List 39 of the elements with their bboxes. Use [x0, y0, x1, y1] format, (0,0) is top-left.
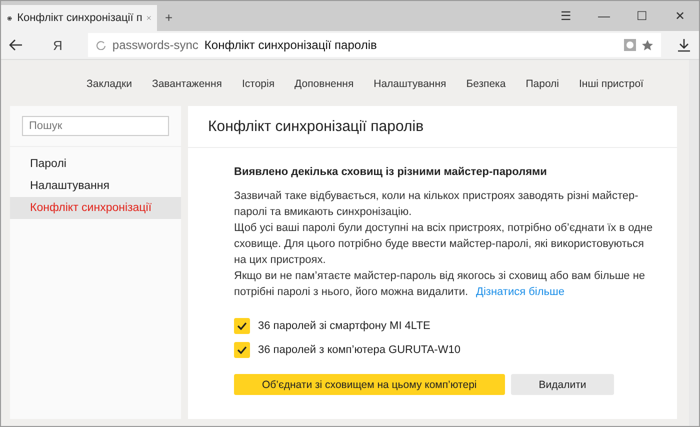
nav-link[interactable]: Завантаження [152, 78, 222, 90]
sidebar-item[interactable]: Налаштування [10, 175, 181, 197]
nav-link[interactable]: Інші пристрої [579, 78, 644, 90]
paragraph: Щоб усі ваші паролі були доступні на всіх пристроях, потрібно об’єднати їх в одне сховище. Для цього потрібно буде ввести майстер-паролі, які використовуються на цих пристроях. [234, 221, 654, 268]
section-heading: Виявлено декілька сховищ із різними майстер-паролями [234, 166, 548, 178]
nav-link[interactable]: Паролі [526, 78, 560, 90]
close-icon[interactable] [147, 14, 151, 22]
window-control[interactable]: ☐ [623, 9, 661, 23]
nav-link[interactable]: Історія [242, 78, 275, 90]
checkmark-icon [237, 346, 247, 354]
search-field[interactable]: Пошук [22, 116, 169, 136]
browser-tab[interactable]: Конфлікт синхронізації п [1, 5, 157, 31]
sidebar-item[interactable]: Паролі [10, 153, 181, 175]
browser-logo[interactable]: Я [53, 38, 62, 52]
new-tab-button[interactable]: + [157, 10, 181, 31]
nav-link[interactable]: Налаштування [374, 78, 446, 90]
nav-link[interactable]: Закладки [86, 78, 132, 90]
window-control[interactable]: ☰ [547, 9, 585, 23]
delete-button[interactable]: Видалити [510, 374, 614, 395]
checkbox-label: 36 паролей зі смартфону MI 4LTE [258, 320, 430, 332]
star-icon[interactable] [642, 40, 653, 50]
checkbox[interactable] [234, 318, 250, 334]
nav-link[interactable]: Безпека [466, 78, 506, 90]
scrollbar[interactable] [689, 60, 699, 426]
checkmark-icon [237, 322, 247, 330]
sidebar-item[interactable]: Конфлікт синхронізації [10, 197, 181, 219]
nav-link[interactable]: Доповнення [294, 78, 354, 90]
window-control[interactable]: — [585, 9, 623, 23]
checkbox[interactable] [234, 342, 250, 358]
checkbox-label: 36 паролей з комп’ютера GURUTA-W10 [258, 344, 460, 356]
back-arrow-icon[interactable] [9, 39, 23, 51]
download-icon[interactable] [677, 38, 691, 52]
window-control[interactable]: ✕ [661, 9, 699, 23]
paragraph: Якщо ви не пам’ятаєте майстер-пароль від якогось зі сховищ або вам більше не потрібні паролі з нього, його можна видалити. Дізнатися більше [234, 269, 646, 300]
reload-icon[interactable] [96, 40, 106, 50]
address-bar[interactable]: passwords-sync Конфлікт синхронізації паролів [88, 33, 661, 57]
merge-button[interactable]: Об’єднати зі сховищем на цьому комп’ютері [234, 374, 505, 395]
page-title: Конфлікт синхронізації паролів [188, 106, 677, 148]
paragraph: Зазвичай таке відбувається, коли на кількох пристроях заводять різні майстер-паролі та вмикають синхронізацію. [234, 189, 640, 220]
